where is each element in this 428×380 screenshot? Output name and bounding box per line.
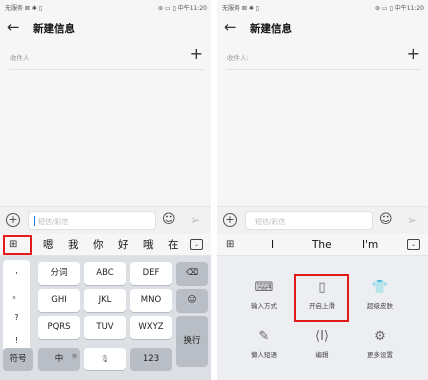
phone-screen-tools-panel: 无服务 ⊠ ✱ ▯ ⊛ ▭ ▯ 中午11:20 ← 新建信息 收件人: + + … bbox=[217, 0, 428, 380]
t9-keyboard: , 。 ? ! 分词 ABC DEF ⌫ GHI JKL MNO ☺ PQRS … bbox=[0, 256, 211, 380]
key-def[interactable]: DEF bbox=[130, 262, 172, 285]
status-bar: 无服务 ⊠ ✱ ▯ ⊛ ▭ ▯ 中午11:20 bbox=[0, 0, 211, 14]
candidate-word[interactable]: The bbox=[312, 239, 332, 251]
emoji-icon[interactable]: ☺ bbox=[162, 212, 176, 228]
backspace-key[interactable]: ⌫ bbox=[176, 262, 208, 285]
tool-input-method[interactable]: ⌨ 输入方式 bbox=[234, 280, 294, 310]
symbol-key[interactable]: 符号 bbox=[3, 348, 33, 370]
candidate-word[interactable]: I bbox=[271, 239, 274, 251]
text-caret bbox=[34, 216, 35, 226]
attach-plus-icon[interactable]: + bbox=[223, 213, 237, 227]
punct-key[interactable]: , bbox=[3, 266, 30, 275]
status-bar: 无服务 ⊠ ✱ ▯ ⊛ ▭ ▯ 中午11:20 bbox=[217, 0, 428, 14]
status-right: ⊛ ▭ ▯ 中午11:20 bbox=[374, 5, 424, 12]
tool-edit[interactable]: ⟨I⟩ 编辑 bbox=[292, 329, 352, 359]
back-arrow-icon[interactable]: ← bbox=[224, 18, 237, 36]
highlight-box bbox=[294, 274, 349, 322]
add-contact-icon[interactable]: + bbox=[407, 44, 420, 64]
highlight-box bbox=[3, 235, 32, 255]
punct-key[interactable]: ! bbox=[3, 336, 30, 345]
microphone-icon: 🎙 bbox=[100, 355, 110, 363]
candidate-word[interactable]: 你 bbox=[93, 239, 104, 251]
attach-plus-icon[interactable]: + bbox=[6, 213, 20, 227]
tool-label: 超级皮肤 bbox=[367, 302, 393, 310]
title-bar: ← 新建信息 bbox=[217, 14, 428, 42]
status-right: ⊛ ▭ ▯ 中午11:20 bbox=[157, 5, 207, 12]
tool-label: 输入方式 bbox=[251, 302, 277, 310]
language-key-label: 中 bbox=[54, 354, 64, 364]
recipient-field[interactable]: 收件人: + bbox=[226, 44, 421, 70]
tool-label: 更多设置 bbox=[367, 351, 393, 359]
candidate-word[interactable]: 我 bbox=[68, 239, 79, 251]
collapse-keyboard-icon[interactable]: ⌄ bbox=[407, 239, 420, 250]
key-ghi[interactable]: GHI bbox=[38, 289, 80, 312]
message-placeholder: 短信/彩信 bbox=[255, 218, 286, 226]
composer-bar: + 短信/彩信 ☺ ➢ bbox=[217, 206, 428, 234]
message-input[interactable]: 短信/彩信 bbox=[245, 211, 373, 230]
shirt-icon: 👕 bbox=[371, 280, 389, 295]
comparison-screens: 无服务 ⊠ ✱ ▯ ⊛ ▭ ▯ 中午11:20 ← 新建信息 收件人 + + 短… bbox=[0, 0, 428, 380]
key-pqrs[interactable]: PQRS bbox=[38, 316, 80, 339]
candidate-word[interactable]: 在 bbox=[168, 239, 179, 251]
key-mno[interactable]: MNO bbox=[130, 289, 172, 312]
number-key[interactable]: 123 bbox=[130, 348, 172, 370]
recipient-label: 收件人 bbox=[10, 54, 30, 62]
status-left: 无服务 ⊠ ✱ ▯ bbox=[222, 5, 260, 12]
keyboard-tools-panel: ⌨ 输入方式 ▯ 开启上滑 👕 超级皮肤 ✎ 懒人短语 ⟨I⟩ 编辑 ⚙ 更多设… bbox=[217, 256, 428, 380]
message-input[interactable]: 短信/彩信 bbox=[28, 211, 156, 230]
tool-super-skin[interactable]: 👕 超级皮肤 bbox=[350, 280, 410, 310]
settings-icon: ⚙ bbox=[374, 329, 386, 344]
message-placeholder: 短信/彩信 bbox=[38, 218, 69, 226]
tool-more-settings[interactable]: ⚙ 更多设置 bbox=[350, 329, 410, 359]
key-jkl[interactable]: JKL bbox=[84, 289, 126, 312]
space-key[interactable]: 🎙 bbox=[84, 348, 126, 370]
emoji-key[interactable]: ☺ bbox=[176, 289, 208, 312]
key-segment[interactable]: 分词 bbox=[38, 262, 80, 285]
tool-quick-phrase[interactable]: ✎ 懒人短语 bbox=[234, 329, 294, 359]
key-wxyz[interactable]: WXYZ bbox=[130, 316, 172, 339]
candidate-word[interactable]: 哦 bbox=[143, 239, 154, 251]
keyboard-icon: ⌨ bbox=[254, 280, 274, 295]
send-icon[interactable]: ➢ bbox=[407, 212, 417, 228]
candidate-word[interactable]: 嗯 bbox=[43, 239, 54, 251]
phone-screen-keyboard: 无服务 ⊠ ✱ ▯ ⊛ ▭ ▯ 中午11:20 ← 新建信息 收件人 + + 短… bbox=[0, 0, 211, 380]
status-left: 无服务 ⊠ ✱ ▯ bbox=[5, 5, 43, 12]
grid-menu-icon[interactable]: ⊞ bbox=[226, 239, 234, 251]
recipient-label: 收件人: bbox=[227, 54, 249, 62]
language-key-sub: 英 bbox=[71, 354, 77, 360]
language-key[interactable]: 中英 bbox=[38, 348, 80, 370]
composer-bar: + 短信/彩信 ☺ ➢ bbox=[0, 206, 211, 234]
candidate-word[interactable]: 好 bbox=[118, 239, 129, 251]
cursor-edit-icon: ⟨I⟩ bbox=[315, 329, 329, 344]
recipient-field[interactable]: 收件人 + bbox=[9, 44, 204, 70]
send-icon[interactable]: ➢ bbox=[190, 212, 200, 228]
quick-phrase-icon: ✎ bbox=[258, 329, 270, 344]
punct-key[interactable]: 。 bbox=[3, 290, 30, 301]
punct-key[interactable]: ? bbox=[3, 313, 30, 322]
candidate-word[interactable]: I'm bbox=[362, 239, 378, 251]
key-tuv[interactable]: TUV bbox=[84, 316, 126, 339]
enter-key[interactable]: 换行 bbox=[176, 316, 208, 366]
page-title: 新建信息 bbox=[250, 23, 292, 35]
punctuation-column: , 。 ? ! bbox=[3, 260, 30, 354]
candidate-bar: ⊞ 嗯 我 你 好 哦 在 ⌄ bbox=[0, 234, 211, 256]
page-title: 新建信息 bbox=[33, 23, 75, 35]
add-contact-icon[interactable]: + bbox=[190, 44, 203, 64]
collapse-keyboard-icon[interactable]: ⌄ bbox=[190, 239, 203, 250]
tool-label: 懒人短语 bbox=[251, 351, 277, 359]
emoji-icon[interactable]: ☺ bbox=[379, 212, 393, 228]
candidate-bar: ⊞ I The I'm ⌄ bbox=[217, 234, 428, 256]
title-bar: ← 新建信息 bbox=[0, 14, 211, 42]
back-arrow-icon[interactable]: ← bbox=[7, 18, 20, 36]
tool-label: 编辑 bbox=[315, 351, 329, 359]
key-abc[interactable]: ABC bbox=[84, 262, 126, 285]
